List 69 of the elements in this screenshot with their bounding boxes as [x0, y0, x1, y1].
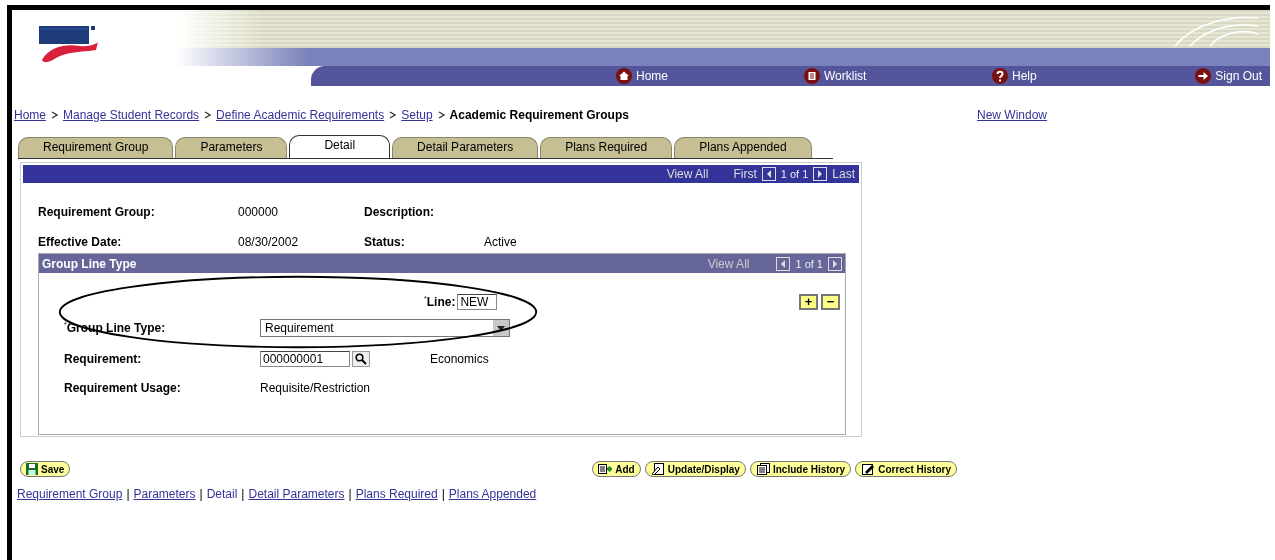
- help-icon: [992, 68, 1008, 84]
- add-icon: [598, 463, 613, 475]
- page-link[interactable]: Plans Required: [355, 487, 438, 501]
- new-window-link[interactable]: New Window: [977, 108, 1048, 122]
- separator: |: [241, 487, 245, 501]
- page-link[interactable]: Plans Appended: [448, 487, 537, 501]
- first-link[interactable]: First: [733, 167, 757, 181]
- worklist-icon: [804, 68, 820, 84]
- field-value: Requisite/Restriction: [260, 381, 372, 395]
- tab[interactable]: Plans Required: [540, 137, 673, 158]
- documents-icon: [755, 463, 770, 475]
- sign-out-icon: [1195, 68, 1212, 84]
- nav-link[interactable]: Home: [636, 69, 668, 83]
- row-counter: 1 of 1: [795, 257, 823, 270]
- chevron-icon: [437, 111, 445, 119]
- delete-row-button[interactable]: −: [821, 294, 840, 310]
- chevron-icon: [51, 111, 58, 119]
- field-value: 000000: [238, 205, 280, 221]
- field-label: Requirement:: [64, 352, 143, 366]
- tab[interactable]: Parameters: [175, 137, 288, 158]
- document-edit-icon: [861, 463, 876, 475]
- line-field[interactable]: NEW: [457, 294, 498, 310]
- action-button[interactable]: Add: [592, 461, 641, 477]
- breadcrumb-link[interactable]: Manage Student Records: [63, 108, 200, 122]
- last-link[interactable]: Last: [832, 167, 855, 181]
- field-label: Status:: [364, 235, 406, 251]
- separator: |: [126, 487, 130, 501]
- field-label: Description:: [364, 205, 435, 221]
- group-line-type-dropdown[interactable]: Requirement: [260, 319, 510, 337]
- action-button[interactable]: Correct History: [855, 461, 957, 477]
- tab[interactable]: Detail: [289, 135, 391, 158]
- page-title: Academic Requirement Groups: [449, 108, 629, 122]
- breadcrumb-link[interactable]: Home: [14, 108, 46, 122]
- breadcrumb-link[interactable]: Define Academic Requirements: [216, 108, 385, 122]
- document-pencil-icon: [650, 463, 665, 475]
- page-link[interactable]: Parameters: [133, 487, 196, 501]
- tab[interactable]: Detail Parameters: [392, 137, 539, 158]
- tab[interactable]: Plans Appended: [674, 137, 812, 158]
- field-label: $^{*}$Line:: [424, 295, 456, 309]
- page-link[interactable]: Detail Parameters: [248, 487, 345, 501]
- chevron-icon: [389, 111, 397, 119]
- page-link[interactable]: Requirement Group: [17, 487, 123, 501]
- field-value: 08/30/2002: [238, 235, 300, 251]
- nav-link[interactable]: Worklist: [824, 69, 867, 83]
- current-page-label: Detail: [206, 487, 238, 501]
- breadcrumb-link[interactable]: Setup: [401, 108, 433, 122]
- separator: |: [441, 487, 445, 501]
- home-icon: [616, 68, 632, 84]
- save-button[interactable]: Save: [20, 461, 71, 477]
- search-button[interactable]: [352, 351, 370, 367]
- action-button[interactable]: Update/Display: [644, 461, 746, 477]
- nav-link[interactable]: Help: [1012, 69, 1037, 83]
- tab[interactable]: Requirement Group: [18, 137, 174, 158]
- add-row-button[interactable]: +: [799, 294, 818, 310]
- field-value: Economics: [430, 352, 489, 366]
- chevron-icon: [204, 111, 212, 119]
- field-label: Requirement Usage:: [64, 381, 182, 395]
- separator: |: [199, 487, 203, 501]
- requirement-field[interactable]: 000000001: [260, 351, 350, 367]
- row-counter: 1 of 1: [780, 168, 809, 180]
- field-value: Active: [484, 235, 518, 251]
- separator: |: [348, 487, 352, 501]
- action-button[interactable]: Include History: [749, 461, 852, 477]
- search-icon: [355, 353, 367, 365]
- nav-link[interactable]: Sign Out: [1215, 69, 1262, 83]
- section-title: Group Line Type: [42, 256, 137, 271]
- field-label: Requirement Group:: [38, 205, 156, 221]
- field-label: Effective Date:: [38, 235, 123, 251]
- view-all-link[interactable]: View All: [666, 167, 709, 181]
